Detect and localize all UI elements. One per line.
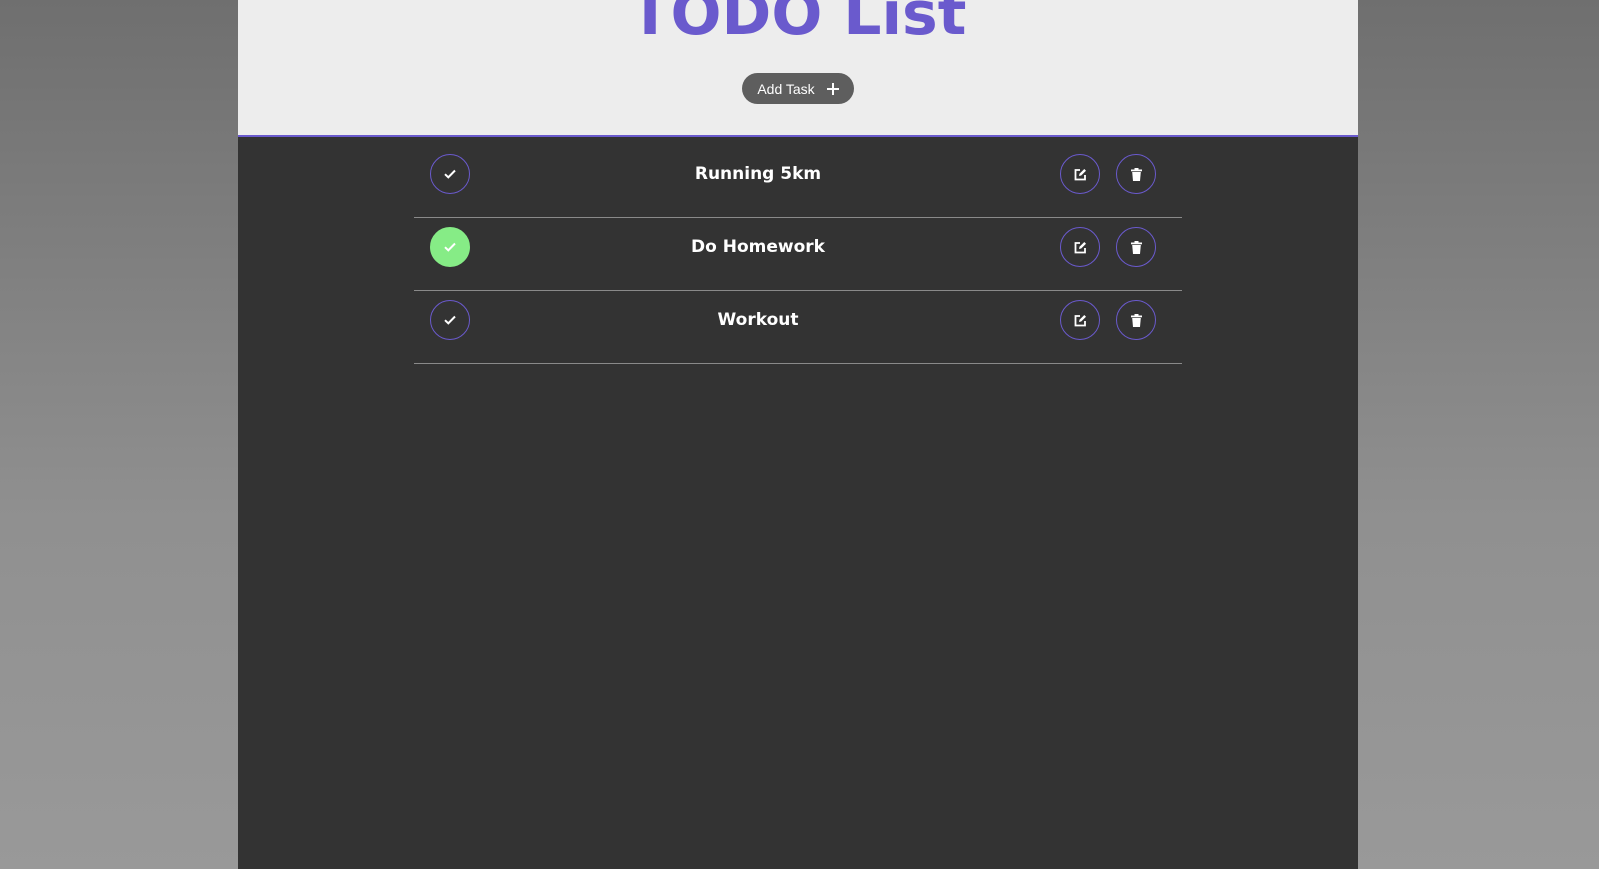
trash-icon (1130, 167, 1142, 181)
task-label: Workout (717, 310, 799, 330)
edit-icon (1074, 241, 1087, 254)
delete-task-button[interactable] (1116, 227, 1156, 267)
page-title: TODO List (629, 0, 967, 49)
plus-icon (826, 82, 839, 95)
check-icon (444, 242, 456, 252)
task-list: Running 5km Do Homework Workout (414, 146, 1182, 365)
delete-task-button[interactable] (1116, 154, 1156, 194)
edit-icon (1074, 314, 1087, 327)
trash-icon (1130, 313, 1142, 327)
task-row: Do Homework (414, 219, 1182, 291)
add-task-button[interactable]: Add Task (742, 73, 854, 104)
todo-app: TODO List Add Task Running 5km Do Homewo… (238, 0, 1358, 869)
edit-task-button[interactable] (1060, 154, 1100, 194)
edit-task-button[interactable] (1060, 227, 1100, 267)
delete-task-button[interactable] (1116, 300, 1156, 340)
task-label: Do Homework (691, 237, 825, 257)
task-row: Workout (414, 292, 1182, 364)
check-icon (444, 315, 456, 325)
edit-task-button[interactable] (1060, 300, 1100, 340)
check-icon (444, 169, 456, 179)
header: TODO List Add Task (238, 0, 1358, 137)
task-row: Running 5km (414, 146, 1182, 218)
task-label: Running 5km (694, 164, 822, 184)
complete-task-button[interactable] (430, 300, 470, 340)
edit-icon (1074, 168, 1087, 181)
trash-icon (1130, 240, 1142, 254)
complete-task-button[interactable] (430, 154, 470, 194)
complete-task-button[interactable] (430, 227, 470, 267)
add-task-label: Add Task (757, 80, 815, 97)
